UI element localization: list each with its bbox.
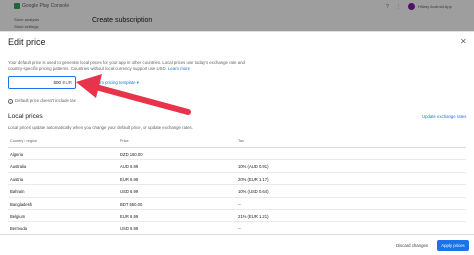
table-row: Australia AUD 6.99 10% (AUD 0.91) (8, 160, 466, 173)
price-description: Your default price is used to generate l… (8, 60, 258, 72)
info-icon: i (8, 99, 13, 104)
local-prices-heading: Local prices (8, 113, 43, 120)
price-cell: DZD 160.00 (120, 152, 143, 157)
import-pricing-template-link[interactable]: Import from pricing template ▾ (82, 80, 139, 86)
country-cell: Algeria (10, 152, 24, 157)
tax-cell: -- (238, 201, 241, 207)
local-prices-description: Local prices update automatically when y… (8, 125, 193, 130)
price-currency: EUR (62, 80, 72, 85)
dialog-footer: Discard changes Apply prices (0, 234, 474, 255)
tax-cell: 10% (USD 0.64) (238, 189, 269, 195)
country-cell: Bangladesh (10, 201, 33, 207)
tax-cell: -- (238, 226, 241, 232)
local-prices-table: Country / region Price Tax Algeria DZD 1… (8, 136, 466, 235)
column-header-country[interactable]: Country / region (10, 139, 37, 143)
country-cell: Belgium (10, 213, 26, 219)
price-description-text: Your default price is used to generate l… (8, 60, 245, 71)
discard-changes-button[interactable]: Discard changes (396, 243, 428, 248)
apply-prices-button[interactable]: Apply prices (437, 240, 469, 251)
table-row: Algeria DZD 160.00 (8, 148, 466, 161)
table-header: Country / region Price Tax (8, 136, 466, 148)
column-header-tax[interactable]: Tax (238, 139, 244, 143)
table-row: Bermuda USD 6.99 -- (8, 222, 466, 235)
table-row: Bangladesh BDT 550.00 -- (8, 198, 466, 210)
tax-cell: 21% (EUR 1.21) (238, 213, 269, 219)
country-cell: Australia (10, 164, 27, 170)
tax-note: i Default price doesn't include tax (8, 98, 76, 104)
update-exchange-rates-link[interactable]: Update exchange rates (422, 114, 466, 119)
price-cell: EUR 6.99 (120, 213, 139, 219)
price-cell: BDT 550.00 (120, 201, 143, 207)
country-cell: Bahrain (10, 189, 25, 195)
modal-scrim (0, 0, 474, 34)
country-cell: Bermuda (10, 226, 27, 232)
price-value: 500 (53, 80, 61, 85)
tax-note-text: Default price doesn't include tax (15, 98, 76, 103)
price-cell: EUR 6.99 (120, 176, 139, 182)
tax-cell: 20% (EUR 1.17) (238, 176, 269, 182)
table-row: Austria EUR 6.99 20% (EUR 1.17) (8, 173, 466, 186)
dialog-title: Edit price (8, 37, 46, 47)
country-cell: Austria (10, 176, 24, 182)
table-row: Belgium EUR 6.99 21% (EUR 1.21) (8, 210, 466, 223)
learn-more-link[interactable]: Learn more (168, 66, 190, 71)
price-cell: USD 6.99 (120, 189, 139, 195)
price-cell: USD 6.99 (120, 226, 139, 232)
price-cell: AUD 6.99 (120, 164, 139, 170)
table-row: Bahrain USD 6.99 10% (USD 0.64) (8, 185, 466, 198)
close-icon[interactable]: ✕ (460, 37, 467, 46)
edit-price-dialog: Edit price ✕ Your default price is used … (0, 31, 474, 255)
column-header-price[interactable]: Price (120, 139, 129, 143)
tax-cell: 10% (AUD 0.91) (238, 164, 269, 170)
default-price-input[interactable]: 500 EUR (8, 76, 76, 89)
